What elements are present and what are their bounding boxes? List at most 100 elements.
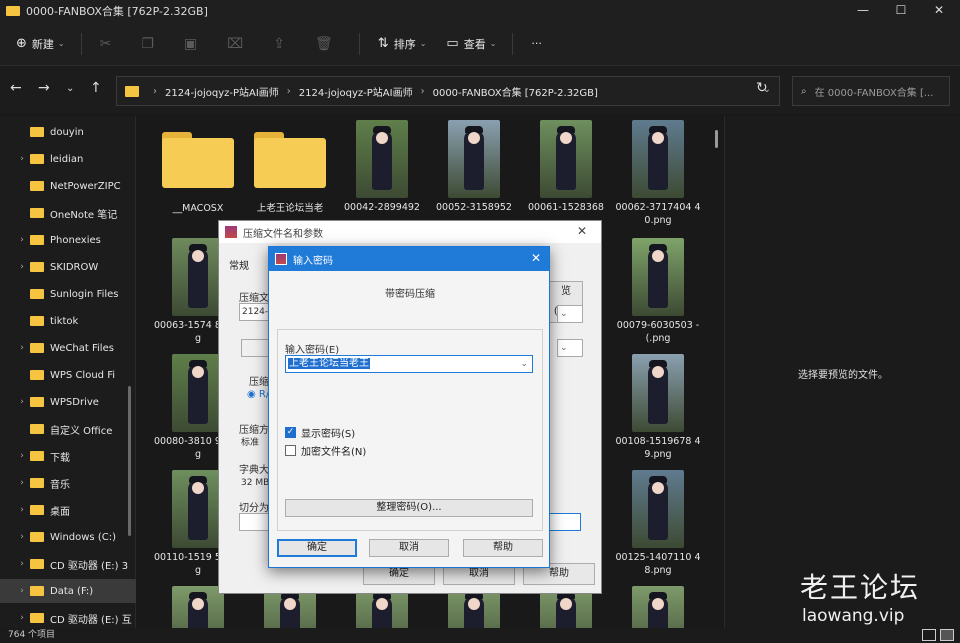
sort-icon: ⇅ bbox=[377, 36, 389, 51]
method-field[interactable]: 标准 bbox=[239, 435, 271, 453]
cut-icon[interactable]: ✂ bbox=[96, 30, 116, 58]
file-item[interactable]: 00125-1407110 48.png bbox=[614, 470, 702, 577]
cancel-button[interactable]: 取消 bbox=[369, 539, 449, 557]
sort-button[interactable]: ⇅ 排序 ⌄ bbox=[374, 30, 431, 58]
sidebar-item[interactable]: tiktok bbox=[0, 309, 136, 333]
refresh-icon[interactable]: ↻ bbox=[756, 80, 768, 96]
view-button[interactable]: ▭ 查看 ⌄ bbox=[442, 30, 500, 58]
file-item[interactable]: 00052-3158952 bbox=[430, 120, 518, 214]
ok-button[interactable]: 确定 bbox=[277, 539, 357, 557]
sidebar-item[interactable]: › WPSDrive bbox=[0, 390, 136, 414]
sidebar-item[interactable]: douyin bbox=[0, 120, 136, 144]
up-arrow-icon[interactable]: ↑ bbox=[90, 80, 102, 96]
chevron-right-icon[interactable]: › bbox=[14, 613, 30, 623]
encrypt-names-checkbox[interactable]: 加密文件名(N) bbox=[285, 443, 366, 458]
folder-item[interactable]: 上老王论坛当老 bbox=[246, 120, 334, 215]
image-thumbnail bbox=[632, 238, 684, 316]
chevron-right-icon[interactable]: › bbox=[14, 154, 30, 164]
chevron-right-icon[interactable]: › bbox=[14, 586, 30, 596]
sidebar-item-label: OneNote 笔记 bbox=[50, 209, 118, 221]
chevron-right-icon[interactable]: › bbox=[14, 478, 30, 488]
file-item[interactable]: 00042-2899492 bbox=[338, 120, 426, 214]
folder-icon bbox=[30, 154, 44, 164]
breadcrumb-2[interactable]: 2124-jojoqyz-P站AI画师 bbox=[299, 84, 413, 99]
folder-icon bbox=[30, 262, 44, 272]
chevron-right-icon[interactable]: › bbox=[14, 235, 30, 245]
view-label: 查看 bbox=[463, 37, 486, 51]
file-name: 上老王论坛当老 bbox=[256, 203, 324, 214]
file-item[interactable]: 00062-3717404 40.png bbox=[614, 120, 702, 227]
password-input[interactable]: 上老王论坛当老王 ⌄ bbox=[285, 355, 533, 373]
update-mode-dropdown[interactable] bbox=[241, 339, 271, 357]
update-dropdown[interactable]: ⌄ bbox=[557, 339, 583, 357]
sidebar-item[interactable]: › Windows (C:) bbox=[0, 525, 136, 549]
sidebar-item-label: WeChat Files bbox=[50, 342, 114, 354]
file-item[interactable]: 00079-6030503 -(.png bbox=[614, 238, 702, 345]
organize-passwords-button[interactable]: 整理密码(O)... bbox=[285, 499, 533, 517]
sidebar-item-label: 桌面 bbox=[50, 506, 70, 518]
new-button[interactable]: ⊕ 新建 ⌄ bbox=[12, 30, 69, 58]
sidebar-item[interactable]: 自定义 Office bbox=[0, 417, 136, 441]
address-row: ← → ⌄ ↑ › 2124-jojoqyz-P站AI画师 › 2124-joj… bbox=[0, 66, 960, 114]
close-icon[interactable]: ✕ bbox=[577, 224, 587, 238]
sidebar-item[interactable]: Sunlogin Files bbox=[0, 282, 136, 306]
folder-icon bbox=[30, 235, 44, 245]
details-view-icon[interactable] bbox=[922, 629, 936, 641]
folder-icon bbox=[30, 127, 44, 137]
paste-icon[interactable]: ▣ bbox=[180, 30, 201, 58]
help-button[interactable]: 帮助 bbox=[463, 539, 543, 557]
show-password-checkbox[interactable]: ✓ 显示密码(S) bbox=[285, 425, 355, 440]
sidebar-item[interactable]: › CD 驱动器 (E:) 3 bbox=[0, 552, 136, 576]
back-arrow-icon[interactable]: ← bbox=[10, 80, 22, 96]
tab-general[interactable]: 常规 bbox=[229, 257, 249, 272]
sidebar-item[interactable]: OneNote 笔记 bbox=[0, 201, 136, 225]
close-button[interactable]: ✕ bbox=[916, 0, 960, 22]
sidebar-item[interactable]: WPS Cloud Fi bbox=[0, 363, 136, 387]
copy-icon[interactable]: ❐ bbox=[137, 30, 158, 58]
status-bar: 764 个项目 bbox=[0, 628, 960, 643]
breadcrumb-3[interactable]: 0000-FANBOX合集 [762P-2.32GB] bbox=[433, 84, 598, 99]
folder-icon bbox=[30, 559, 44, 569]
sidebar-item[interactable]: › leidian bbox=[0, 147, 136, 171]
chevron-right-icon[interactable]: › bbox=[14, 343, 30, 353]
content-scrollbar[interactable] bbox=[715, 130, 718, 148]
file-item[interactable] bbox=[614, 586, 702, 628]
breadcrumb-1[interactable]: 2124-jojoqyz-P站AI画师 bbox=[165, 84, 279, 99]
more-button[interactable]: ··· bbox=[527, 30, 546, 58]
chevron-right-icon[interactable]: › bbox=[14, 532, 30, 542]
delete-icon[interactable]: 🗑 bbox=[311, 30, 337, 58]
param-field[interactable] bbox=[549, 513, 581, 531]
search-input[interactable]: ⌕ 在 0000-FANBOX合集 [... bbox=[792, 76, 950, 106]
tiles-view-icon[interactable] bbox=[940, 629, 954, 641]
sidebar-item[interactable]: › Data (F:) bbox=[0, 579, 136, 603]
file-item[interactable]: 00108-1519678 49.png bbox=[614, 354, 702, 461]
close-icon[interactable]: ✕ bbox=[531, 251, 541, 265]
plus-circle-icon: ⊕ bbox=[16, 36, 27, 51]
chevron-right-icon[interactable]: › bbox=[14, 505, 30, 515]
folder-item[interactable]: __MACOSX bbox=[154, 120, 242, 215]
recent-chevron-icon[interactable]: ⌄ bbox=[66, 83, 74, 94]
chevron-right-icon[interactable]: › bbox=[14, 451, 30, 461]
forward-arrow-icon[interactable]: → bbox=[38, 80, 50, 96]
file-item[interactable]: 00061-1528368 bbox=[522, 120, 610, 214]
sidebar-item[interactable]: NetPowerZIPC bbox=[0, 174, 136, 198]
profile-dropdown[interactable]: ⌄ bbox=[557, 305, 583, 323]
rename-icon[interactable]: ⌧ bbox=[223, 30, 247, 58]
chevron-right-icon[interactable]: › bbox=[14, 397, 30, 407]
sidebar-item[interactable]: › Phonexies bbox=[0, 228, 136, 252]
folder-icon bbox=[6, 6, 20, 16]
dict-field[interactable]: 32 MB bbox=[239, 475, 271, 493]
split-field[interactable] bbox=[239, 513, 271, 531]
sidebar-item[interactable]: › 下载 bbox=[0, 444, 136, 468]
winrar-icon bbox=[225, 226, 237, 238]
sidebar-item[interactable]: › 桌面 bbox=[0, 498, 136, 522]
sidebar-item[interactable]: › WeChat Files bbox=[0, 336, 136, 360]
sidebar-item[interactable]: › SKIDROW bbox=[0, 255, 136, 279]
sidebar-item[interactable]: › 音乐 bbox=[0, 471, 136, 495]
chevron-right-icon[interactable]: › bbox=[14, 262, 30, 272]
sidebar-item[interactable]: › CD 驱动器 (E:) 互 bbox=[0, 606, 136, 630]
share-icon[interactable]: ⇪ bbox=[269, 30, 289, 58]
address-bar[interactable]: › 2124-jojoqyz-P站AI画师 › 2124-jojoqyz-P站A… bbox=[116, 76, 780, 106]
chevron-down-icon[interactable]: ⌄ bbox=[520, 356, 528, 372]
chevron-right-icon[interactable]: › bbox=[14, 559, 30, 569]
